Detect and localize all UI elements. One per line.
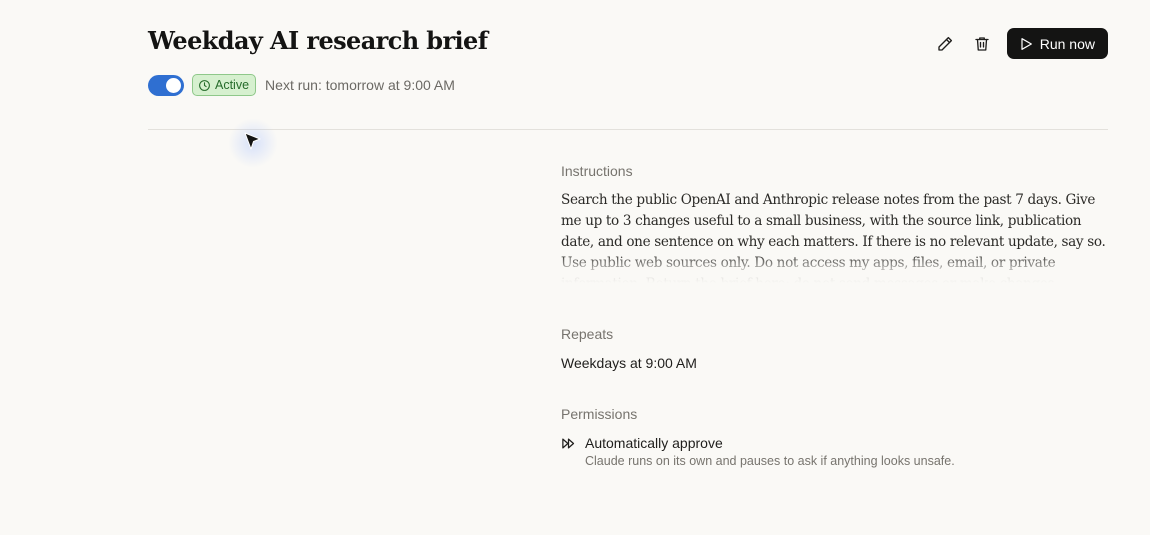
status-row: Active Next run: tomorrow at 9:00 AM	[148, 74, 455, 96]
instructions-box[interactable]: Search the public OpenAI and Anthropic r…	[561, 190, 1116, 283]
task-details: Instructions Search the public OpenAI an…	[561, 163, 1116, 468]
cursor-arrow-icon	[244, 132, 261, 150]
header-divider	[148, 129, 1108, 130]
header-actions: Run now	[930, 28, 1108, 59]
run-now-label: Run now	[1039, 35, 1095, 52]
toggle-knob	[166, 77, 181, 93]
task-detail-page: Weekday AI research brief Run now Active…	[0, 0, 1150, 535]
instructions-fade	[561, 253, 1116, 283]
status-badge-label: Active	[215, 78, 250, 92]
page-title: Weekday AI research brief	[148, 26, 488, 55]
next-run-text: Next run: tomorrow at 9:00 AM	[265, 77, 455, 93]
play-icon	[1021, 37, 1032, 50]
permission-option: Automatically approve Claude runs on its…	[561, 435, 1116, 468]
permission-title: Automatically approve	[585, 435, 723, 451]
clock-icon	[199, 79, 210, 91]
run-now-button[interactable]: Run now	[1006, 28, 1108, 59]
permissions-label: Permissions	[561, 406, 638, 422]
active-toggle[interactable]	[148, 74, 184, 96]
instructions-label: Instructions	[561, 163, 633, 179]
repeats-value: Weekdays at 9:00 AM	[561, 355, 697, 371]
pencil-icon	[938, 36, 952, 51]
repeats-label: Repeats	[561, 326, 614, 342]
permission-text: Automatically approve Claude runs on its…	[585, 435, 955, 468]
mouse-cursor	[228, 118, 278, 168]
trash-icon	[975, 36, 989, 51]
edit-button[interactable]	[930, 29, 960, 59]
delete-button[interactable]	[967, 29, 997, 59]
permission-description: Claude runs on its own and pauses to ask…	[585, 454, 955, 468]
fast-forward-icon	[562, 438, 575, 449]
status-badge: Active	[192, 74, 257, 96]
